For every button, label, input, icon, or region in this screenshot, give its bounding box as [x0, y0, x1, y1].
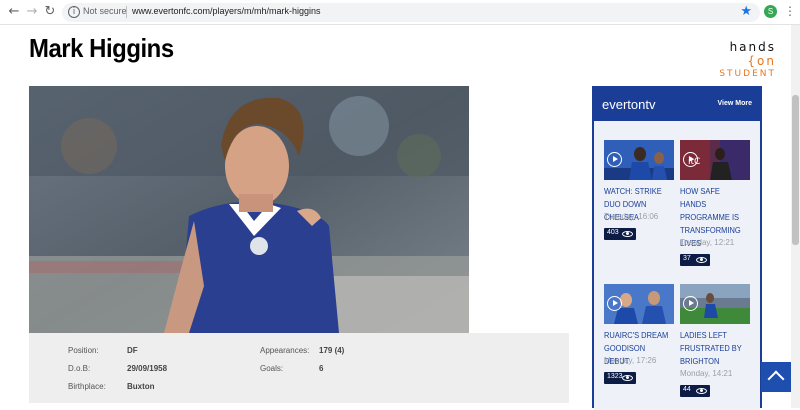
view-count-badge: 403 [604, 228, 636, 240]
everton-tv-header: evertontv View More [594, 88, 760, 121]
url-text[interactable]: www.evertonfc.com/players/m/mh/mark-higg… [132, 6, 321, 16]
view-count: 403 [607, 229, 619, 236]
back-to-top-button[interactable] [761, 362, 791, 392]
video-time: Tuesday, 16:06 [604, 212, 659, 221]
url-separator [126, 6, 127, 18]
play-icon[interactable] [683, 152, 698, 167]
browser-menu-icon[interactable]: ⋮ [784, 4, 796, 18]
scrollbar-thumb[interactable] [792, 95, 799, 245]
birthplace-label: Birthplace: [68, 382, 106, 391]
appearances-label: Appearances: [260, 346, 310, 355]
everton-tv-list: WATCH: STRIKE DUO DOWN CHELSEA Tuesday, … [594, 121, 760, 410]
view-count: 37 [683, 255, 691, 262]
hands-on-student-logo[interactable]: hands {on STUDENT [706, 40, 776, 79]
video-time: Tuesday, 12:21 [680, 238, 735, 247]
eye-icon [622, 375, 633, 381]
bookmark-star-icon[interactable]: ★ [740, 4, 752, 19]
view-count: 1323 [607, 373, 623, 380]
view-count-badge: 1323 [604, 372, 636, 384]
logo-text-hands: hands [729, 40, 776, 54]
browser-toolbar: ← → ↻ i Not secure www.evertonfc.com/pla… [0, 0, 800, 25]
logo-text-on: {on [747, 54, 776, 68]
player-info-panel: Position: DF D.o.B: 29/09/1958 Birthplac… [29, 333, 569, 403]
forward-arrow-icon[interactable]: → [24, 4, 40, 20]
position-label: Position: [68, 346, 99, 355]
view-more-link[interactable]: View More [718, 100, 753, 107]
appearances-value: 179 (4) [319, 346, 345, 355]
video-time: Monday, 14:21 [680, 369, 733, 378]
goals-label: Goals: [260, 364, 284, 373]
reload-icon[interactable]: ↻ [42, 4, 58, 20]
dob-value: 29/09/1958 [127, 364, 168, 373]
eye-icon [622, 231, 633, 237]
player-photo [29, 86, 469, 333]
page-title: Mark Higgins [29, 33, 174, 63]
video-thumbnail[interactable] [680, 284, 750, 324]
back-arrow-icon[interactable]: ← [6, 4, 22, 20]
player-photo-illustration [29, 86, 469, 333]
position-value: DF [127, 346, 138, 355]
play-icon[interactable] [607, 152, 622, 167]
view-count-badge: 44 [680, 385, 710, 397]
video-time: Monday, 17:26 [604, 356, 657, 365]
page-scrollbar[interactable] [791, 25, 800, 408]
everton-tv-title: evertontv [602, 97, 656, 112]
video-thumbnail[interactable] [604, 284, 674, 324]
eye-icon [696, 257, 707, 263]
eye-icon [696, 388, 707, 394]
play-icon[interactable] [607, 296, 622, 311]
video-thumbnail[interactable]: itC [680, 140, 750, 180]
profile-avatar[interactable]: S [764, 5, 777, 18]
address-bar[interactable]: i Not secure www.evertonfc.com/players/m… [62, 3, 760, 22]
video-title[interactable]: LADIES LEFT FRUSTRATED BY BRIGHTON [680, 329, 745, 368]
info-icon[interactable]: i [68, 6, 80, 18]
video-thumbnail[interactable] [604, 140, 674, 180]
view-count-badge: 37 [680, 254, 710, 266]
logo-text-student: STUDENT [719, 69, 776, 79]
not-secure-label: Not secure [83, 6, 127, 16]
goals-value: 6 [319, 364, 324, 373]
play-icon[interactable] [683, 296, 698, 311]
dob-label: D.o.B: [68, 364, 91, 373]
view-count: 44 [683, 386, 691, 393]
birthplace-value: Buxton [127, 382, 155, 391]
everton-tv-widget: evertontv View More WATCH: STRIKE DUO DO… [592, 86, 762, 410]
